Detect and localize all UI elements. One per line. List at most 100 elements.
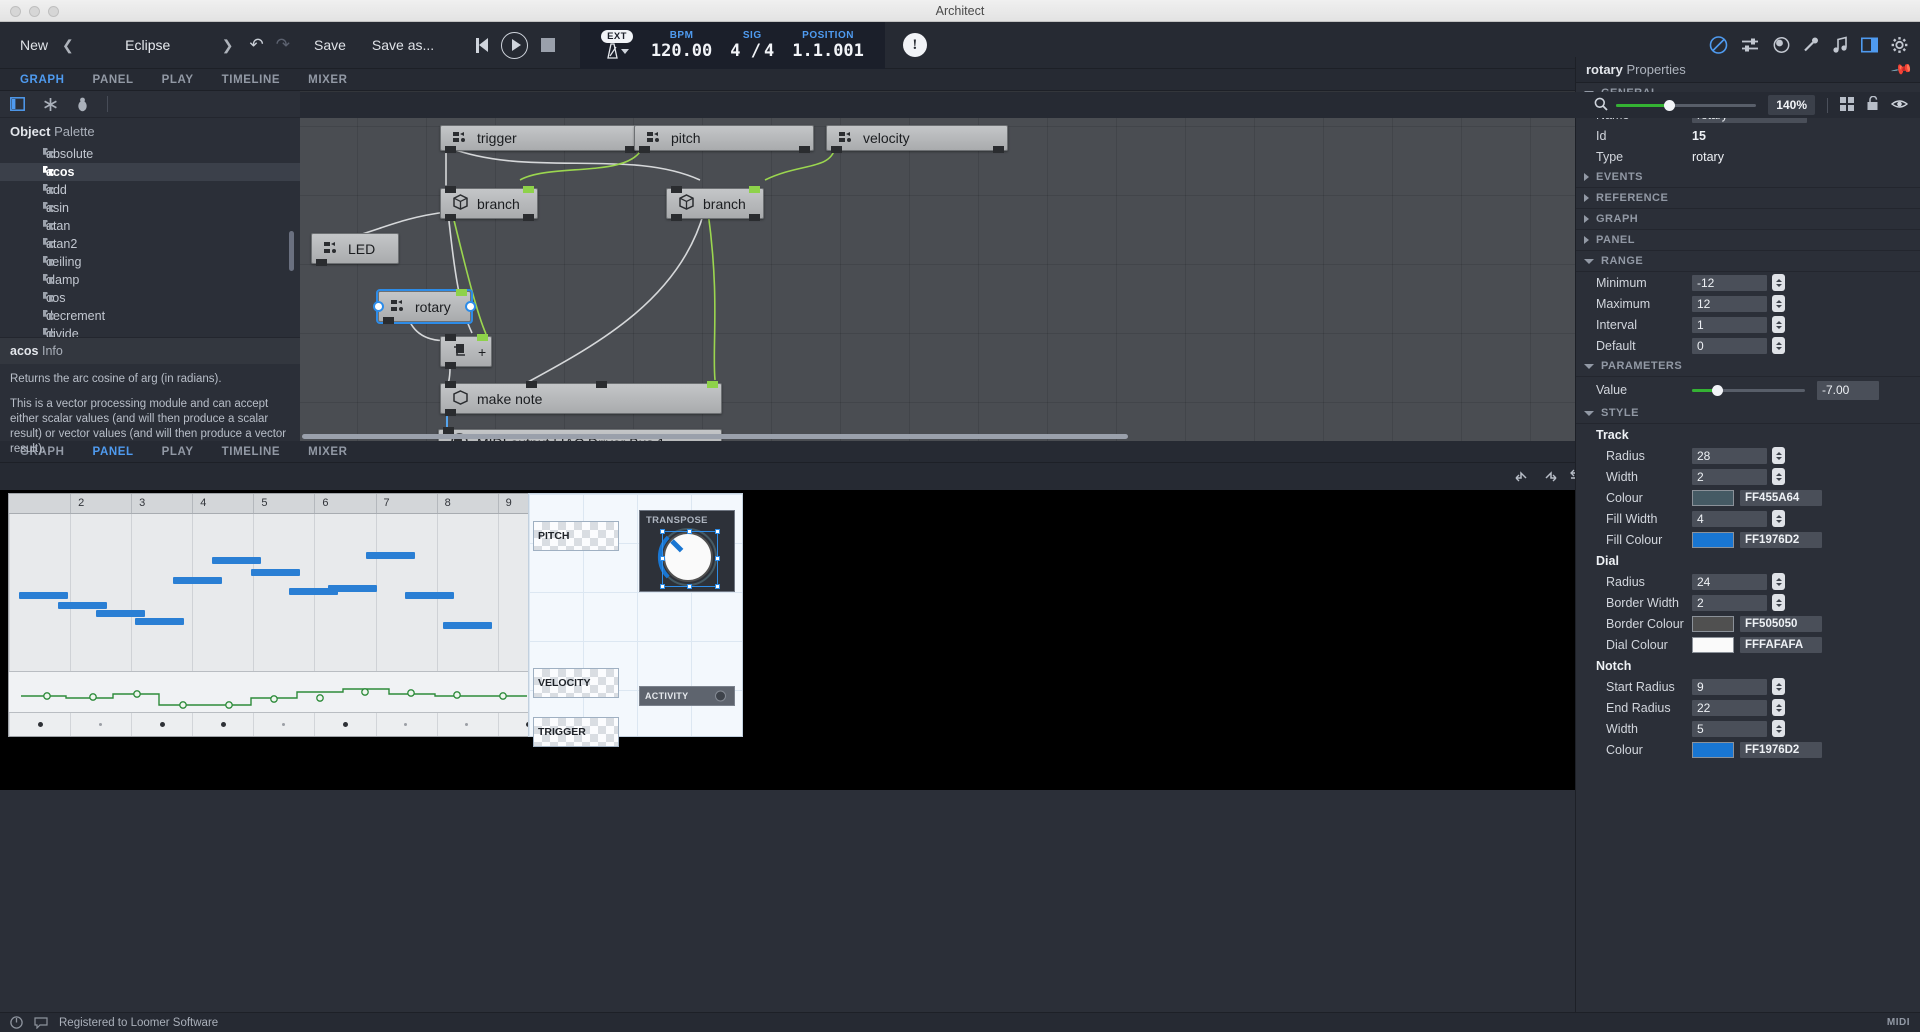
sequencer-note[interactable] xyxy=(405,592,455,599)
notch-width-input[interactable] xyxy=(1692,720,1767,737)
bpm-cell[interactable]: BPM 120.00 xyxy=(642,22,721,69)
pitch-placeholder[interactable]: PITCH xyxy=(533,521,619,551)
track-radius-input[interactable] xyxy=(1692,447,1767,464)
minimize-window-button[interactable] xyxy=(29,5,40,17)
play-button[interactable] xyxy=(501,31,529,59)
node-port[interactable] xyxy=(749,214,760,221)
window-traffic-lights[interactable] xyxy=(10,0,59,22)
activity-led[interactable]: ACTIVITY xyxy=(639,686,735,706)
track-width-stepper[interactable] xyxy=(1772,468,1785,485)
visibility-eye-icon[interactable] xyxy=(1890,98,1909,113)
graph-node--[interactable]: + xyxy=(440,334,492,369)
node-port[interactable] xyxy=(445,214,456,221)
palette-item-atan[interactable]: atan xyxy=(0,217,300,235)
step-toggle[interactable] xyxy=(98,723,102,726)
track-radius-stepper[interactable] xyxy=(1772,447,1785,464)
graph-node-pitch[interactable]: pitch xyxy=(634,125,814,153)
close-window-button[interactable] xyxy=(10,5,21,17)
interval-stepper[interactable] xyxy=(1772,316,1785,333)
align-right-icon[interactable] xyxy=(1542,469,1557,485)
forward-chevron-icon[interactable]: ❯ xyxy=(214,37,242,54)
node-port[interactable] xyxy=(831,146,842,153)
sequencer-note[interactable] xyxy=(173,577,223,584)
section-style[interactable]: STYLE xyxy=(1576,403,1920,424)
node-port[interactable] xyxy=(523,214,534,221)
node-port[interactable] xyxy=(443,427,454,434)
dial-border-colour-swatch[interactable] xyxy=(1692,615,1734,632)
microphone-icon[interactable] xyxy=(1803,37,1820,54)
track-fill-width-stepper[interactable] xyxy=(1772,510,1785,527)
section-events[interactable]: EVENTS xyxy=(1576,167,1920,188)
graph-node-led[interactable]: LED xyxy=(311,233,399,266)
settings-gear-icon[interactable] xyxy=(1891,37,1908,54)
graph-node-velocity[interactable]: velocity xyxy=(826,125,1008,153)
save-button[interactable]: Save xyxy=(308,37,352,53)
step-toggle[interactable] xyxy=(159,722,165,727)
sync-badge[interactable]: EXT xyxy=(601,30,633,43)
knob-icon[interactable] xyxy=(1773,37,1790,54)
mixer-icon[interactable] xyxy=(1741,38,1760,53)
sequencer-note[interactable] xyxy=(19,592,69,599)
node-port-active[interactable] xyxy=(523,186,534,193)
node-port[interactable] xyxy=(799,146,810,153)
warning-icon[interactable]: ! xyxy=(902,33,927,57)
palette-item-atan2[interactable]: atan2 xyxy=(0,235,300,253)
transpose-knob-selection[interactable] xyxy=(660,529,720,589)
step-toggle[interactable] xyxy=(37,722,43,727)
section-graph[interactable]: GRAPH xyxy=(1576,209,1920,230)
node-port[interactable] xyxy=(671,214,682,221)
rewind-to-start-icon[interactable] xyxy=(476,37,489,53)
node-port-active[interactable] xyxy=(477,334,488,341)
dial-radius-input[interactable] xyxy=(1692,573,1767,590)
node-port[interactable] xyxy=(596,381,608,388)
value-slider[interactable] xyxy=(1692,384,1805,396)
back-chevron-icon[interactable]: ❮ xyxy=(54,37,82,54)
bpm-value[interactable]: 120.00 xyxy=(651,41,712,61)
section-reference[interactable]: REFERENCE xyxy=(1576,188,1920,209)
graph-node-branch[interactable]: branch xyxy=(440,186,538,221)
palette-list[interactable]: absolute acos add asin atan atan2 ceiling clamp… xyxy=(0,145,300,337)
notch-width-stepper[interactable] xyxy=(1772,720,1785,737)
graph-zoom-level[interactable]: 140% xyxy=(1768,95,1815,115)
canvas-horizontal-scrollbar[interactable] xyxy=(302,434,1128,439)
node-port[interactable] xyxy=(445,334,456,341)
palette-item-asin[interactable]: asin xyxy=(0,199,300,217)
position-cell[interactable]: POSITION 1.1.001 xyxy=(783,22,873,69)
step-toggle[interactable] xyxy=(465,723,469,726)
dial-border-width-stepper[interactable] xyxy=(1772,594,1785,611)
palette-scrollbar[interactable] xyxy=(289,231,294,271)
sequencer-note[interactable] xyxy=(96,610,146,617)
node-port[interactable] xyxy=(993,146,1004,153)
node-resize-handle-left[interactable] xyxy=(373,301,384,312)
palette-item-divide[interactable]: divide xyxy=(0,325,300,337)
node-resize-handle-right[interactable] xyxy=(465,301,476,312)
section-range[interactable]: RANGE xyxy=(1576,251,1920,272)
velocity-placeholder[interactable]: VELOCITY xyxy=(533,668,619,698)
palette-item-clamp[interactable]: clamp xyxy=(0,271,300,289)
graph-node-make-note[interactable]: make note xyxy=(440,381,722,416)
dial-border-width-input[interactable] xyxy=(1692,594,1767,611)
dial-border-colour-hex[interactable]: FF505050 xyxy=(1740,615,1822,632)
node-port[interactable] xyxy=(316,259,327,266)
graph-node-branch[interactable]: branch xyxy=(666,186,764,221)
pin-icon[interactable]: 📌 xyxy=(1889,58,1913,82)
maximum-stepper[interactable] xyxy=(1772,295,1785,312)
trigger-placeholder[interactable]: TRIGGER xyxy=(533,717,619,747)
sequencer-note[interactable] xyxy=(366,552,416,559)
panel-view-icon[interactable] xyxy=(10,97,25,111)
step-toggle[interactable] xyxy=(404,723,408,726)
music-note-icon[interactable] xyxy=(1833,36,1848,54)
zoom-slider[interactable] xyxy=(1616,99,1757,111)
sequencer-note[interactable] xyxy=(212,557,262,564)
track-colour-swatch[interactable] xyxy=(1692,489,1734,506)
section-parameters[interactable]: PARAMETERS xyxy=(1576,356,1920,377)
track-fill-width-input[interactable] xyxy=(1692,510,1767,527)
default-input[interactable] xyxy=(1692,337,1767,354)
palette-item-cos[interactable]: cos xyxy=(0,289,300,307)
graph-node-trigger[interactable]: trigger xyxy=(440,125,640,153)
node-port[interactable] xyxy=(383,317,394,324)
position-value[interactable]: 1.1.001 xyxy=(792,41,864,61)
sig-value[interactable]: 4 / 4 xyxy=(730,41,774,61)
node-port[interactable] xyxy=(445,381,456,388)
zoom-slider-group[interactable] xyxy=(1594,97,1757,114)
